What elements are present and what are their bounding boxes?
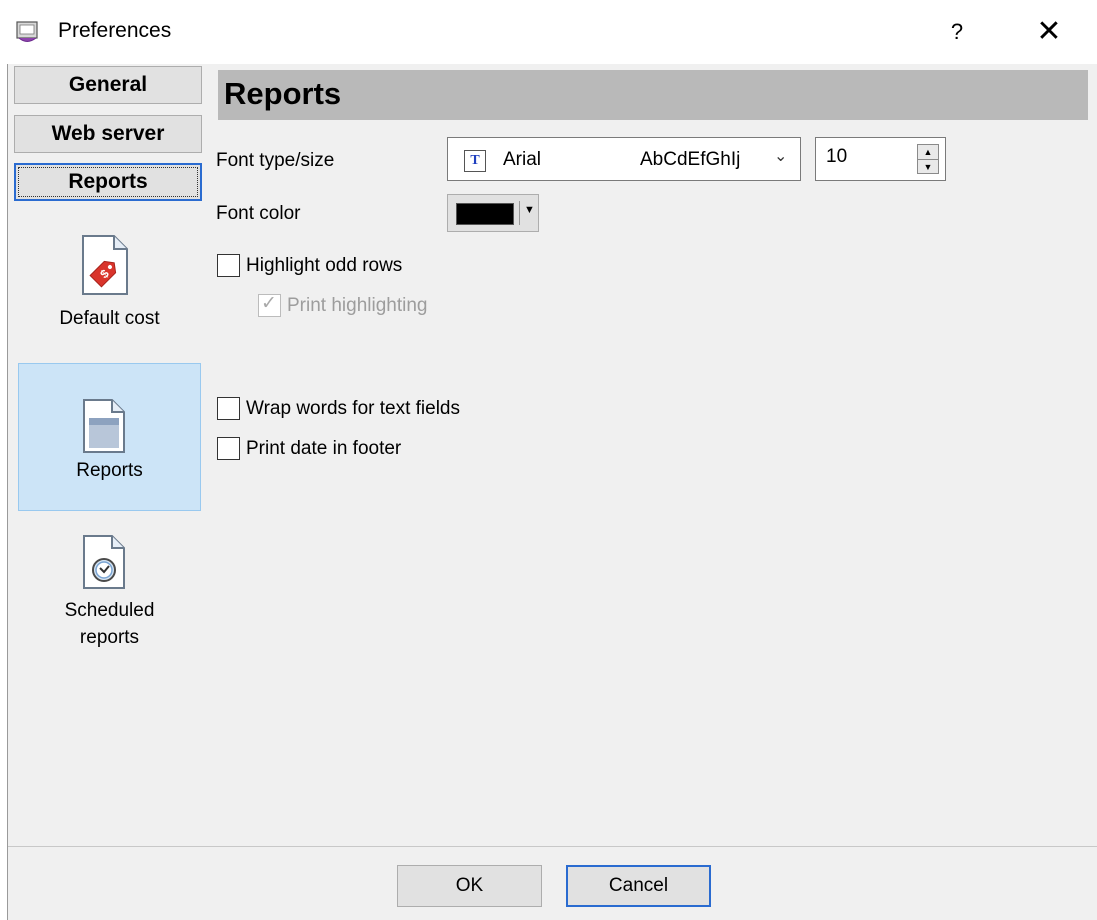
- dropdown-arrow-icon: ▼: [524, 204, 535, 216]
- font-name-dropdown[interactable]: T Arial AbCdEfGhIj ⌄: [447, 137, 801, 181]
- tab-web-server[interactable]: Web server: [14, 115, 202, 153]
- print-date-checkbox[interactable]: [217, 437, 240, 460]
- print-highlighting-label[interactable]: Print highlighting: [287, 295, 427, 317]
- ok-button[interactable]: OK: [397, 865, 542, 907]
- nav-item-label-line1: Scheduled: [64, 600, 155, 621]
- font-sample-text: AbCdEfGhIj: [640, 149, 741, 170]
- spin-buttons: ▲ ▼: [917, 144, 939, 174]
- font-size-spinner[interactable]: 10 ▲ ▼: [815, 137, 946, 181]
- highlight-odd-rows-label[interactable]: Highlight odd rows: [246, 255, 402, 277]
- window-title: Preferences: [58, 19, 172, 42]
- tab-reports-label: Reports: [18, 167, 198, 197]
- font-name-value: Arial: [503, 149, 542, 170]
- close-button[interactable]: ✕: [1026, 14, 1072, 50]
- app-icon: [16, 21, 38, 42]
- title-bar: Preferences ? ✕: [0, 0, 1097, 64]
- font-color-picker[interactable]: ▼: [447, 194, 539, 232]
- wrap-words-label[interactable]: Wrap words for text fields: [246, 398, 460, 420]
- report-document-icon: [83, 399, 125, 453]
- tab-reports[interactable]: Reports: [14, 163, 202, 201]
- print-date-label[interactable]: Print date in footer: [246, 438, 401, 460]
- spin-down-icon[interactable]: ▼: [918, 160, 938, 174]
- nav-item-label: Reports: [76, 460, 143, 481]
- nav-item-label-line2: reports: [79, 627, 140, 648]
- nav-item-label: Default cost: [59, 308, 160, 329]
- nav-item-scheduled-reports[interactable]: Scheduled reports: [18, 518, 201, 658]
- tab-general[interactable]: General: [14, 66, 202, 104]
- section-title: Reports: [224, 76, 342, 111]
- footer-divider: [8, 846, 1097, 847]
- help-button[interactable]: ?: [934, 14, 980, 50]
- nav-item-default-cost[interactable]: $ Default cost: [18, 216, 201, 356]
- font-size-value: 10: [826, 146, 848, 167]
- truetype-font-icon: T: [464, 150, 486, 172]
- cancel-button[interactable]: Cancel: [566, 865, 711, 907]
- print-highlighting-checkbox[interactable]: ✓: [258, 293, 281, 317]
- nav-item-reports[interactable]: Reports: [18, 363, 201, 511]
- preferences-dialog: Preferences ? ✕ General Web server Repor…: [0, 0, 1097, 920]
- window-border: [0, 64, 8, 920]
- chevron-down-icon: ⌄: [774, 148, 788, 165]
- highlight-odd-rows-checkbox[interactable]: [217, 254, 240, 277]
- color-swatch: [456, 203, 514, 225]
- spin-up-icon[interactable]: ▲: [918, 145, 938, 159]
- section-header: Reports: [218, 70, 1088, 120]
- wrap-words-checkbox[interactable]: [217, 397, 240, 420]
- clock-document-icon: [83, 535, 125, 589]
- font-color-label: Font color: [216, 203, 301, 224]
- price-tag-document-icon: $: [82, 235, 128, 295]
- checkmark-icon: ✓: [261, 293, 277, 314]
- font-type-size-label: Font type/size: [216, 150, 335, 171]
